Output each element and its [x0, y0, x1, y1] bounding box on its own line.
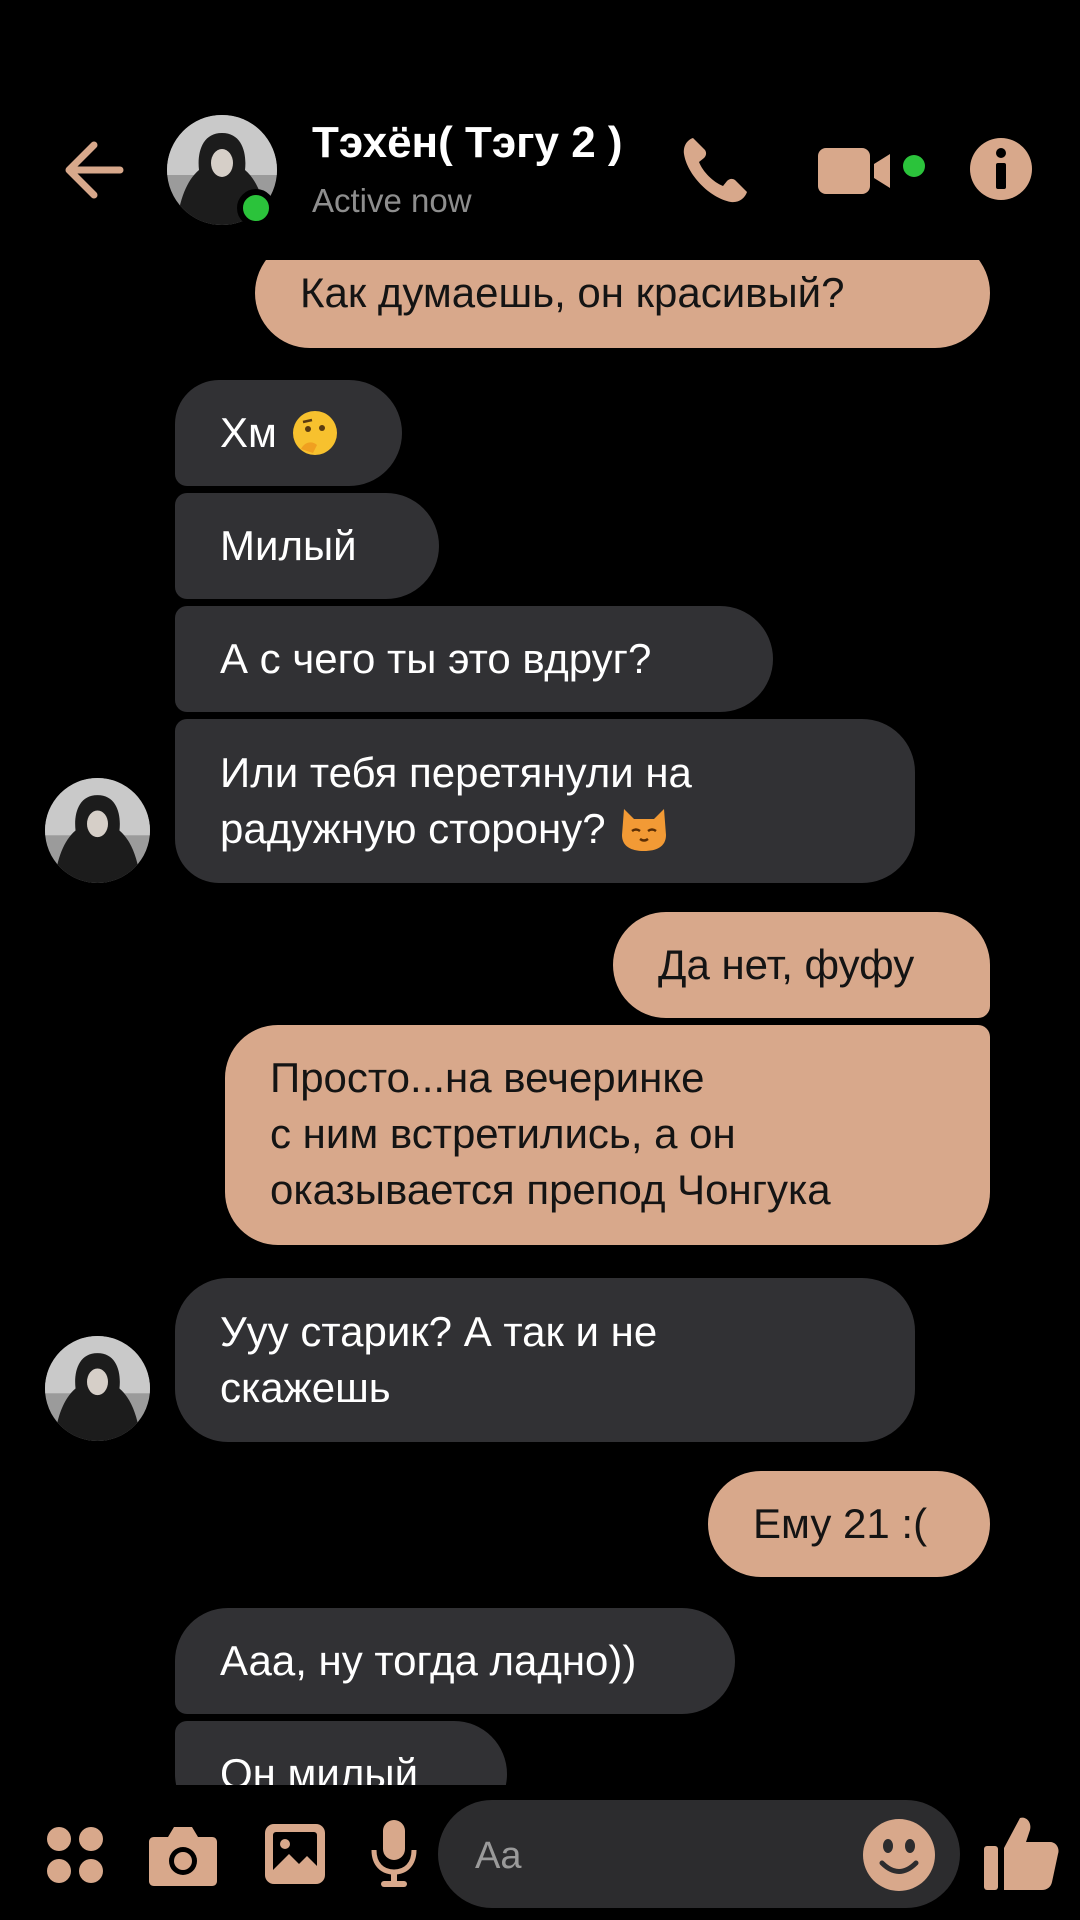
- message-line: Ууу старик? А так и не: [220, 1308, 658, 1355]
- message-incoming[interactable]: Он милый: [175, 1721, 507, 1785]
- message-line: скажешь: [220, 1364, 391, 1411]
- message-line: радужную сторону?: [220, 805, 606, 852]
- info-icon[interactable]: [968, 136, 1034, 202]
- message-line: с ним встретились, а он: [270, 1110, 736, 1157]
- message-text: Ему 21 :(: [753, 1500, 928, 1547]
- message-line: оказывается препод Чонгука: [270, 1166, 831, 1213]
- message-outgoing[interactable]: Да нет, фуфу: [613, 912, 990, 1018]
- message-text: Как думаешь, он красивый?: [300, 269, 845, 316]
- message-incoming[interactable]: Ууу старик? А так и не скажешь: [175, 1278, 915, 1442]
- message-input-placeholder: Aa: [475, 1835, 522, 1877]
- message-text: Да нет, фуфу: [658, 941, 915, 988]
- camera-icon[interactable]: [148, 1823, 218, 1887]
- message-text: Хм: [220, 409, 277, 456]
- message-outgoing[interactable]: Ему 21 :(: [708, 1471, 990, 1577]
- message-incoming[interactable]: Ааа, ну тогда ладно)): [175, 1608, 735, 1714]
- emoji-icon[interactable]: [862, 1818, 936, 1892]
- message-text: Он милый: [220, 1750, 419, 1785]
- microphone-icon[interactable]: [368, 1818, 420, 1890]
- back-arrow-icon[interactable]: [60, 135, 130, 205]
- sender-avatar[interactable]: [45, 1336, 150, 1441]
- cat-face-icon: [621, 809, 666, 851]
- sender-avatar[interactable]: [45, 778, 150, 883]
- chat-header: Тэхён( Тэгу 2 ) Active now: [0, 0, 1080, 260]
- thumbs-up-icon[interactable]: [982, 1812, 1060, 1892]
- message-line: Просто...на вечеринке: [270, 1054, 705, 1101]
- phone-icon[interactable]: [675, 130, 755, 210]
- thinking-face-icon: [292, 411, 337, 455]
- contact-name[interactable]: Тэхён( Тэгу 2 ): [312, 118, 623, 168]
- message-text: А с чего ты это вдруг?: [220, 635, 652, 682]
- message-text: Ааа, ну тогда ладно)): [220, 1637, 637, 1684]
- message-line: Или тебя перетянули на: [220, 749, 692, 796]
- message-outgoing[interactable]: Просто...на вечеринке с ним встретились,…: [225, 1025, 990, 1245]
- message-list[interactable]: Как думаешь, он красивый? Хм Милый А с ч…: [0, 260, 1080, 1785]
- gallery-icon[interactable]: [263, 1822, 327, 1886]
- message-outgoing[interactable]: Как думаешь, он красивый?: [255, 260, 990, 348]
- message-incoming[interactable]: Хм: [175, 380, 402, 486]
- active-status: Active now: [312, 182, 472, 219]
- message-incoming[interactable]: Милый: [175, 493, 439, 599]
- online-indicator: [237, 189, 275, 227]
- video-camera-icon[interactable]: [818, 140, 938, 200]
- message-text: Милый: [220, 522, 357, 569]
- message-incoming[interactable]: А с чего ты это вдруг?: [175, 606, 773, 712]
- apps-grid-icon[interactable]: [45, 1825, 105, 1885]
- message-incoming[interactable]: Или тебя перетянули на радужную сторону?: [175, 719, 915, 883]
